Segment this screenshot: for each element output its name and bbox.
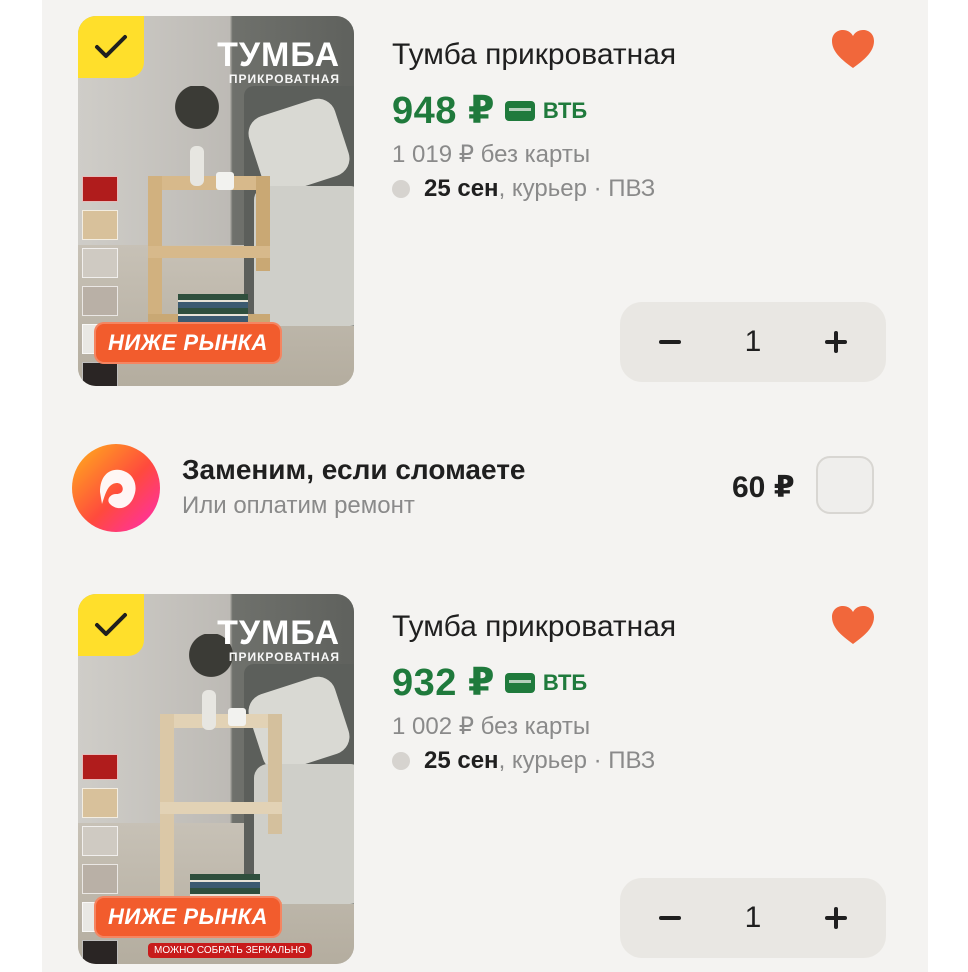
heart-icon[interactable]: [830, 28, 876, 70]
delivery-status-dot: [392, 180, 410, 198]
minus-icon: [659, 340, 681, 344]
heart-icon[interactable]: [830, 604, 876, 646]
bank-label: ВТБ: [504, 97, 588, 124]
decrease-button[interactable]: [650, 898, 690, 938]
insurance-price: 60 ₽: [732, 471, 795, 504]
image-cup: [216, 172, 234, 190]
plus-icon: [825, 331, 847, 353]
product-title[interactable]: Тумба прикроватная: [392, 38, 676, 72]
insurance-logo-icon: [72, 444, 160, 532]
cart-item: ТУМБА ПРИКРОВАТНАЯ НИЖЕ РЫНКА МОЖНО СОБР…: [42, 578, 928, 972]
check-icon: [95, 613, 127, 636]
decrease-button[interactable]: [650, 322, 690, 362]
minus-icon: [659, 916, 681, 920]
plus-icon: [825, 907, 847, 929]
below-market-badge: НИЖЕ РЫНКА: [94, 896, 282, 938]
price-row: 948 ₽ ВТБ: [392, 88, 587, 133]
quantity-value: 1: [744, 901, 762, 934]
insurance-subtitle: Или оплатим ремонт: [182, 492, 415, 519]
old-price: 1 019 ₽ без карты: [392, 141, 591, 168]
image-vase: [202, 690, 216, 730]
nightstand-books: [178, 294, 248, 322]
image-nightstand: [160, 714, 282, 914]
mirror-assembly-banner: МОЖНО СОБРАТЬ ЗЕРКАЛЬНО: [148, 943, 312, 958]
old-price: 1 002 ₽ без карты: [392, 713, 591, 740]
image-brand-title: ТУМБА ПРИКРОВАТНАЯ: [217, 38, 340, 86]
delivery-info: 25 сен, курьер · ПВЗ: [392, 175, 655, 203]
delivery-text: 25 сен, курьер · ПВЗ: [424, 175, 655, 203]
brand-subtitle-text: ПРИКРОВАТНАЯ: [228, 650, 340, 664]
delivery-text: 25 сен, курьер · ПВЗ: [424, 747, 655, 775]
delivery-method: , курьер · ПВЗ: [498, 175, 656, 202]
swatch: [82, 362, 118, 386]
swatch: [82, 286, 118, 316]
delivery-method: , курьер · ПВЗ: [498, 747, 656, 774]
check-icon: [95, 35, 127, 58]
swatch: [82, 826, 118, 856]
increase-button[interactable]: [816, 322, 856, 362]
insurance-title[interactable]: Заменим, если сломаете: [182, 454, 525, 486]
nightstand-top: [160, 714, 282, 728]
brand-title-text: ТУМБА: [217, 36, 340, 74]
bank-name: ВТБ: [542, 97, 588, 123]
image-brand-title: ТУМБА ПРИКРОВАТНАЯ: [217, 616, 340, 664]
nightstand-side: [160, 714, 174, 914]
bank-label: ВТБ: [504, 669, 588, 696]
product-image[interactable]: ТУМБА ПРИКРОВАТНАЯ НИЖЕ РЫНКА: [78, 16, 354, 386]
swatch-label: [82, 754, 118, 780]
insurance-checkbox[interactable]: [816, 456, 874, 514]
below-market-badge: НИЖЕ РЫНКА: [94, 322, 282, 364]
cart-item: ТУМБА ПРИКРОВАТНАЯ НИЖЕ РЫНКА Тумба прик…: [42, 0, 928, 400]
delivery-date: 25 сен: [424, 175, 499, 202]
delivery-status-dot: [392, 752, 410, 770]
cart-sheet: ТУМБА ПРИКРОВАТНАЯ НИЖЕ РЫНКА Тумба прик…: [42, 0, 928, 972]
swatch-label: [82, 176, 118, 202]
price-row: 932 ₽ ВТБ: [392, 660, 587, 705]
brand-subtitle-text: ПРИКРОВАТНАЯ: [228, 72, 340, 86]
bank-card-icon: [504, 672, 535, 693]
product-title[interactable]: Тумба прикроватная: [392, 610, 676, 644]
nightstand-side: [268, 714, 282, 834]
swatch: [82, 248, 118, 278]
product-image[interactable]: ТУМБА ПРИКРОВАТНАЯ НИЖЕ РЫНКА МОЖНО СОБР…: [78, 594, 354, 964]
quantity-value: 1: [744, 325, 762, 358]
selected-checkbox[interactable]: [78, 16, 144, 78]
swatch: [82, 788, 118, 818]
price: 948 ₽: [392, 90, 495, 132]
increase-button[interactable]: [816, 898, 856, 938]
nightstand-shelf: [160, 802, 282, 814]
image-vase: [190, 146, 204, 186]
delivery-date: 25 сен: [424, 747, 499, 774]
nightstand-top: [148, 176, 270, 190]
delivery-info: 25 сен, курьер · ПВЗ: [392, 747, 655, 775]
bank-name: ВТБ: [542, 669, 588, 695]
nightstand-shelf: [148, 246, 270, 258]
selected-checkbox[interactable]: [78, 594, 144, 656]
image-cup: [228, 708, 246, 726]
swatch: [82, 940, 118, 964]
price: 932 ₽: [392, 662, 495, 704]
quantity-stepper: 1: [620, 878, 886, 958]
bank-card-icon: [504, 100, 535, 121]
swatch: [82, 210, 118, 240]
image-nightstand: [148, 176, 270, 326]
swatch: [82, 864, 118, 894]
brand-title-text: ТУМБА: [217, 614, 340, 652]
quantity-stepper: 1: [620, 302, 886, 382]
